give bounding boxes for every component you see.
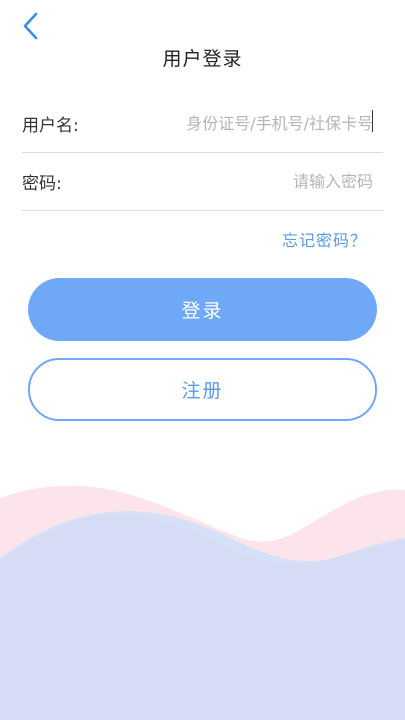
register-button[interactable]: 注册 bbox=[28, 358, 377, 421]
username-label: 用户名: bbox=[22, 115, 79, 136]
password-input[interactable] bbox=[61, 171, 383, 191]
username-input[interactable] bbox=[78, 113, 383, 133]
password-row: 密码: bbox=[22, 152, 383, 211]
back-button[interactable] bbox=[14, 8, 48, 44]
chevron-left-icon bbox=[23, 12, 38, 40]
page-title: 用户登录 bbox=[162, 48, 243, 70]
text-caret bbox=[372, 110, 373, 132]
login-button[interactable]: 登录 bbox=[28, 278, 377, 341]
password-label: 密码: bbox=[22, 173, 62, 194]
forgot-password-link[interactable]: 忘记密码？ bbox=[282, 227, 367, 251]
username-row: 用户名: bbox=[22, 94, 383, 153]
login-screen: 用户登录 用户名: 密码: 忘记密码？ 登录 注册 bbox=[0, 0, 405, 720]
decorative-waves bbox=[0, 485, 405, 720]
